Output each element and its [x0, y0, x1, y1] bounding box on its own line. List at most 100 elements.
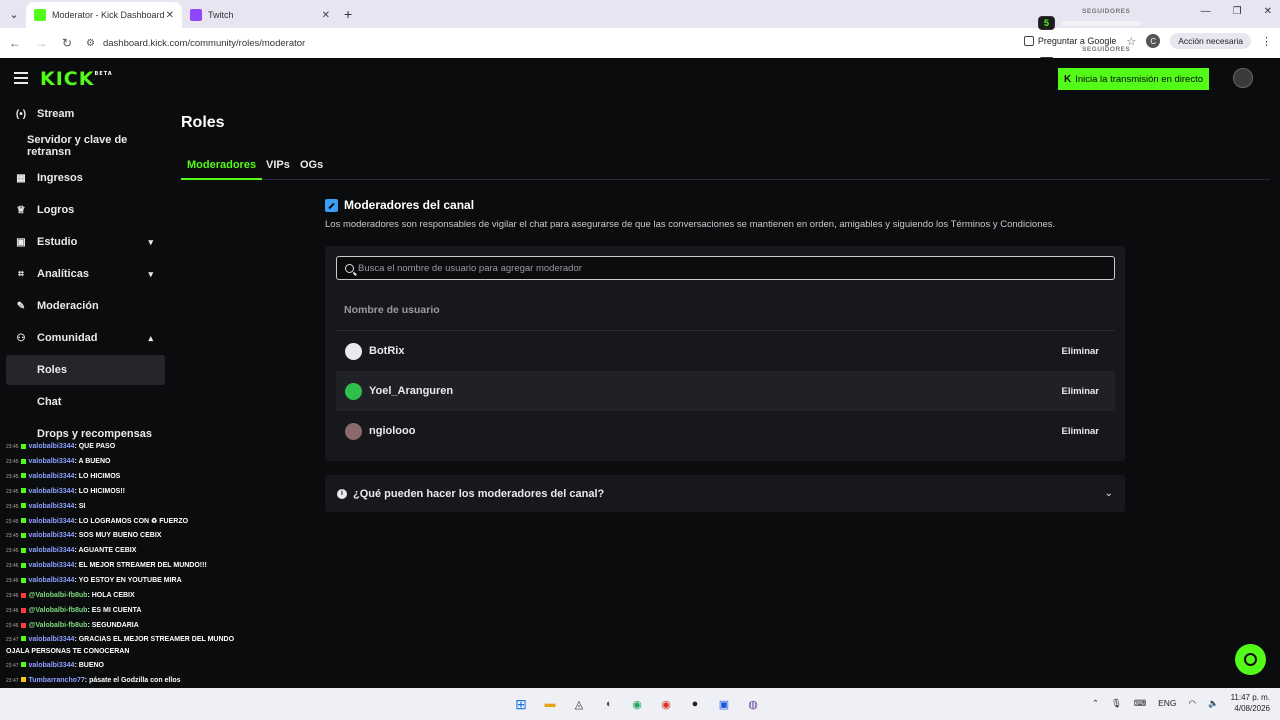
chevron-down-icon[interactable]: ▾ [148, 237, 153, 248]
chat-message: 23:46 valobalbi3344: YO ESTOY EN YOUTUBE … [6, 574, 246, 589]
chat-message: 23:45 valobalbi3344: SI [6, 500, 246, 515]
chat-badge-icon [20, 592, 26, 598]
mouse-app-icon[interactable]: ◖ [598, 694, 618, 714]
chat-timestamp: 23:45 [6, 488, 19, 495]
app-purple-icon[interactable]: ◍ [743, 694, 763, 714]
chat-username: valobalbi3344 [28, 635, 75, 643]
chat-username: valobalbi3344 [28, 472, 75, 480]
trophy-icon: ♕ [16, 204, 26, 216]
remove-moderator-button[interactable]: Eliminar [1062, 346, 1100, 357]
microphone-icon[interactable]: 🎙 [1111, 698, 1122, 709]
sidebar-item-chat[interactable]: Chat [6, 387, 165, 417]
windows-start-icon[interactable]: ⊞ [511, 694, 531, 714]
chat-badge-icon [20, 662, 26, 668]
section-header: Moderadores del canal [325, 198, 474, 212]
minimize-icon[interactable]: — [1201, 6, 1211, 17]
tab-title: Twitch [208, 10, 234, 20]
app-triangle-icon[interactable]: ◬ [569, 694, 589, 714]
chrome-profile-icon[interactable]: ◉ [656, 694, 676, 714]
chrome-icon[interactable]: ◉ [627, 694, 647, 714]
new-tab-icon[interactable]: + [344, 6, 352, 22]
search-field[interactable] [336, 256, 1115, 280]
chat-timestamp: 23:46 [6, 578, 19, 585]
tab-search-icon[interactable]: ⌄ [2, 2, 26, 26]
close-window-icon[interactable]: ✕ [1264, 6, 1272, 17]
volume-icon[interactable]: 🔈 [1208, 698, 1219, 709]
chat-text: : EL MEJOR STREAMER DEL MUNDO!!! [74, 562, 207, 570]
sidebar-item-stream[interactable]: (•) Stream [6, 99, 165, 129]
sidebar-item-label: Chat [37, 396, 62, 408]
chat-username: Tumbarrancho77 [28, 676, 85, 684]
chat-badge-icon [20, 636, 26, 642]
chevron-down-icon[interactable]: ▾ [148, 269, 153, 280]
close-tab-icon[interactable]: ✕ [166, 10, 174, 21]
address-bar-actions: Preguntar a Google ☆ C Acción necesaria … [1023, 33, 1272, 49]
site-info-icon[interactable]: ⚙ [86, 38, 95, 49]
hamburger-menu-icon[interactable] [14, 72, 28, 87]
keyboard-icon[interactable]: ⌨ [1134, 698, 1146, 709]
sidebar-item-analiticas[interactable]: ⌗ Analíticas ▾ [6, 259, 165, 289]
language-indicator[interactable]: ENG [1158, 698, 1176, 708]
moderator-row: Yoel_Aranguren Eliminar [336, 371, 1115, 411]
clock-date: 4/08/2026 [1234, 704, 1270, 713]
chat-text: : QUE PASO [74, 443, 116, 450]
address-bar: ← → ↻ ⚙ dashboard.kick.com/community/rol… [0, 28, 1280, 58]
faq-accordion[interactable]: i ¿Qué pueden hacer los moderadores del … [325, 475, 1125, 512]
chat-username: @Valobalbi-fb8ub [28, 621, 88, 629]
remove-moderator-button[interactable]: Eliminar [1062, 426, 1100, 437]
sidebar-item-ingresos[interactable]: ▦ Ingresos [6, 163, 165, 193]
tab-ogs[interactable]: OGs [300, 159, 323, 180]
tray-chevron-up-icon[interactable]: ⌃ [1092, 698, 1099, 709]
chat-text: : LO HICIMOS!! [74, 487, 125, 495]
file-explorer-icon[interactable]: ▬ [540, 694, 560, 714]
tab-kick-dashboard[interactable]: Moderator - Kick Dashboard ✕ [26, 2, 182, 28]
clock-time: 11:47 p. m. [1230, 693, 1270, 702]
app-blue-icon[interactable]: ▣ [714, 694, 734, 714]
chat-text: : SEGUNDARIA [87, 621, 139, 629]
sidebar-item-label: Servidor y clave de retransn [27, 134, 128, 158]
profile-avatar[interactable]: C [1146, 34, 1161, 48]
beta-badge: BETA [94, 71, 113, 77]
chat-badge-icon [20, 473, 26, 479]
column-header-username: Nombre de usuario [344, 304, 440, 316]
tab-moderadores[interactable]: Moderadores [181, 159, 263, 180]
chevron-down-icon[interactable]: ⌄ [1105, 488, 1113, 499]
url-field[interactable]: ⚙ dashboard.kick.com/community/roles/mod… [86, 34, 305, 52]
obs-icon[interactable]: ● [685, 694, 705, 714]
go-live-button[interactable]: K Inicia la transmisión en directo [1058, 68, 1210, 90]
back-icon[interactable]: ← [4, 36, 26, 50]
sidebar-item-label: Roles [37, 364, 67, 376]
remove-moderator-button[interactable]: Eliminar [1062, 386, 1100, 397]
section-description: Los moderadores son responsables de vigi… [325, 219, 1056, 230]
avatar [345, 342, 362, 360]
info-icon: i [337, 488, 347, 499]
sidebar-item-comunidad[interactable]: ⚇ Comunidad ▴ [6, 323, 165, 353]
chevron-up-icon[interactable]: ▴ [148, 333, 153, 344]
sidebar-item-roles[interactable]: Roles [6, 355, 165, 385]
kick-logo[interactable]: KICKBETA [40, 68, 113, 90]
chat-username: valobalbi3344 [28, 457, 75, 465]
sidebar-item-logros[interactable]: ♕ Logros [6, 195, 165, 225]
maximize-icon[interactable]: ❐ [1233, 6, 1242, 17]
tab-twitch[interactable]: Twitch ✕ [182, 2, 338, 28]
browser-menu-icon[interactable]: ⋮ [1261, 35, 1272, 48]
ask-google-button[interactable]: Preguntar a Google [1023, 36, 1116, 46]
reload-icon[interactable]: ↻ [56, 36, 78, 50]
clock[interactable]: 11:47 p. m. 4/08/2026 [1231, 692, 1270, 714]
sidebar-item-moderacion[interactable]: ✎ Moderación [6, 291, 165, 321]
wifi-icon[interactable]: ◠ [1189, 698, 1196, 709]
close-tab-icon[interactable]: ✕ [322, 10, 330, 21]
tab-vips[interactable]: VIPs [266, 159, 290, 180]
user-avatar[interactable] [1233, 68, 1253, 88]
sidebar-item-stream-key[interactable]: Servidor y clave de retransn [6, 131, 165, 161]
sidebar-item-estudio[interactable]: ▣ Estudio ▾ [6, 227, 165, 257]
sidebar-item-label: Stream [37, 108, 75, 120]
chat-username: valobalbi3344 [28, 562, 75, 570]
chat-text: : LO HICIMOS [74, 472, 121, 480]
help-chat-button[interactable] [1235, 644, 1266, 675]
search-input[interactable] [358, 262, 1114, 274]
chat-timestamp: 23:46 [6, 622, 19, 629]
forward-icon[interactable]: → [30, 36, 52, 50]
action-required-button[interactable]: Acción necesaria [1170, 33, 1251, 49]
section-title: Moderadores del canal [344, 198, 475, 212]
